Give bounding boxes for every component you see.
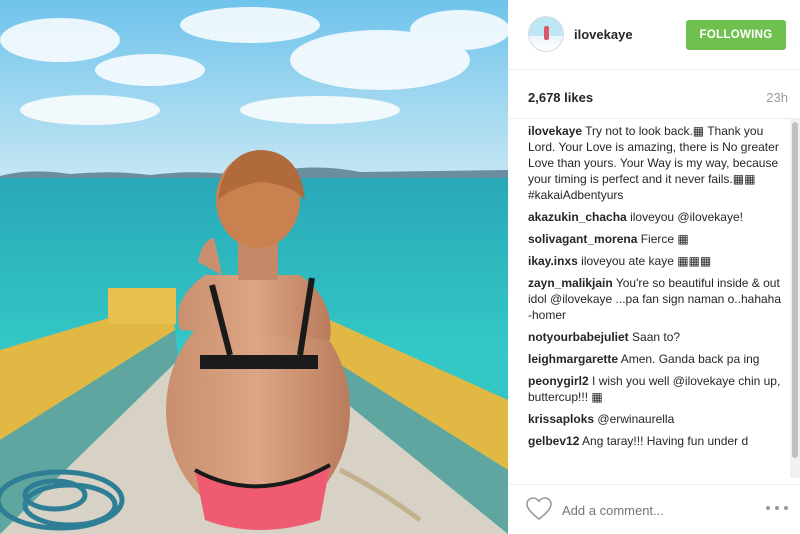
comment-username[interactable]: krissaploks [528, 412, 594, 426]
scrollbar-thumb[interactable] [792, 122, 798, 458]
add-comment-input[interactable] [562, 499, 742, 521]
comment-text: iloveyou ate kaye ▦▦▦ [581, 254, 712, 268]
list-item: ikay.inxs iloveyou ate kaye ▦▦▦ [528, 253, 784, 269]
list-item: notyourbabejuliet Saan to? [528, 329, 784, 345]
post-meta: 2,678 likes 23h [508, 70, 800, 118]
comment-username[interactable]: gelbev12 [528, 434, 579, 448]
heart-icon[interactable] [526, 497, 552, 521]
likes-count[interactable]: 2,678 likes [528, 90, 593, 105]
comment-username[interactable]: solivagant_morena [528, 232, 637, 246]
list-item: peonygirl2 I wish you well @ilovekaye ch… [528, 373, 784, 405]
comment-text: Fierce ▦ [640, 232, 689, 246]
caption: ilovekaye Try not to look back.▦ Thank y… [528, 123, 784, 203]
post-header: ilovekaye FOLLOWING [508, 0, 800, 70]
post-footer [508, 484, 800, 534]
comments-scrollbar[interactable] [790, 118, 800, 478]
comment-username[interactable]: akazukin_chacha [528, 210, 627, 224]
comment-username[interactable]: ikay.inxs [528, 254, 578, 268]
comment-username[interactable]: leighmargarette [528, 352, 618, 366]
avatar-figure-icon [544, 26, 549, 40]
comment-username[interactable]: zayn_malikjain [528, 276, 613, 290]
post-time[interactable]: 23h [766, 90, 788, 105]
list-item: zayn_malikjain You're so beautiful insid… [528, 275, 784, 323]
caption-username[interactable]: ilovekaye [528, 124, 582, 138]
post-username[interactable]: ilovekaye [574, 27, 633, 42]
comment-text: @erwinaurella [597, 412, 675, 426]
comment-text: Amen. Ganda back pa ing [620, 352, 760, 366]
post-photo[interactable] [0, 0, 508, 534]
comment-text: Saan to? [632, 330, 681, 344]
more-options-icon[interactable] [766, 501, 790, 515]
comment-text: Ang taray!!! Having fun under d [582, 434, 749, 448]
list-item: krissaploks @erwinaurella [528, 411, 784, 427]
avatar[interactable] [528, 16, 564, 52]
list-item: akazukin_chacha iloveyou @ilovekaye! [528, 209, 784, 225]
list-item: gelbev12 Ang taray!!! Having fun under d [528, 433, 784, 449]
comment-username[interactable]: peonygirl2 [528, 374, 589, 388]
comments-list: ilovekaye Try not to look back.▦ Thank y… [508, 118, 800, 478]
following-button[interactable]: FOLLOWING [686, 20, 786, 50]
list-item: solivagant_morena Fierce ▦ [528, 231, 784, 247]
post-side-panel: ilovekaye FOLLOWING 2,678 likes 23h ilov… [508, 0, 800, 534]
beach-boat-photo [0, 0, 508, 534]
comment-username[interactable]: notyourbabejuliet [528, 330, 629, 344]
comment-text: iloveyou @ilovekaye! [630, 210, 743, 224]
list-item: leighmargarette Amen. Ganda back pa ing [528, 351, 784, 367]
